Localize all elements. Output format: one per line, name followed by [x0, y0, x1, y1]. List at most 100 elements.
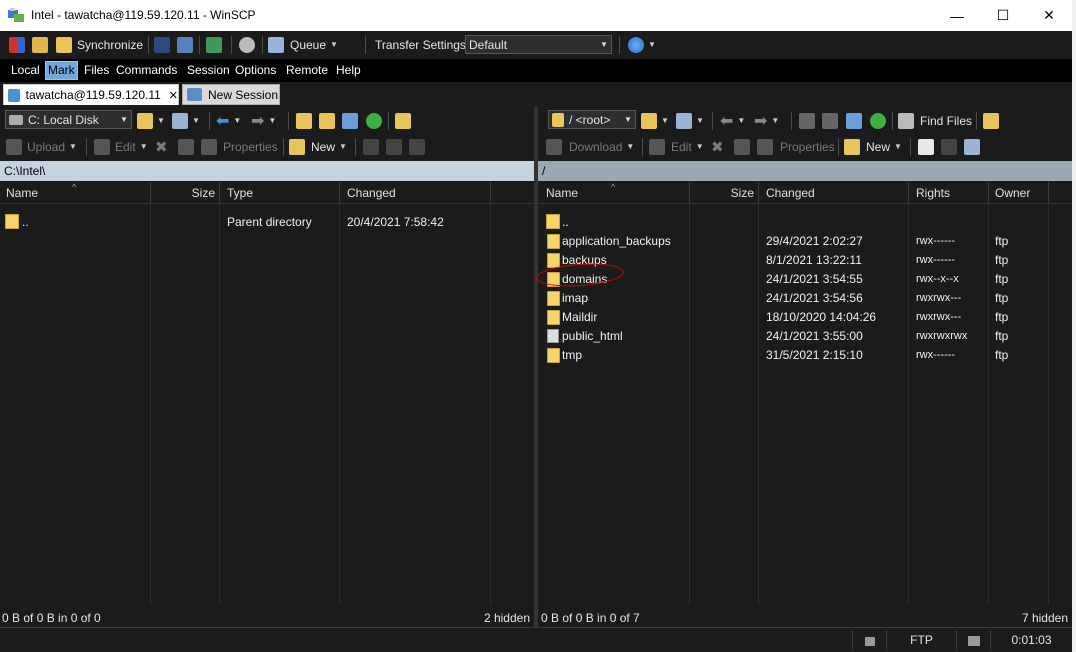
remote-bookmarks-button[interactable] [983, 107, 999, 134]
remote-back-button[interactable]: ⬅ ▼ [720, 107, 745, 134]
file-changed: 18/10/2020 14:04:26 [766, 310, 877, 324]
remote-forward-button[interactable]: ➡ ▼ [754, 107, 779, 134]
close-button[interactable]: ✕ [1026, 0, 1072, 31]
header-changed[interactable]: Changed [340, 182, 491, 204]
preferences-button[interactable] [239, 31, 255, 58]
file-size [690, 289, 758, 308]
synchronize-button[interactable]: Synchronize [56, 31, 143, 58]
header-owner[interactable]: Owner [989, 182, 1049, 204]
maximize-button[interactable]: ☐ [980, 0, 1026, 31]
local-edit-button[interactable]: Edit ▼ [94, 133, 148, 160]
remote-action-toolbar: Download ▼ Edit ▼ ✖ Properties New ▼ [538, 133, 1072, 159]
chevron-down-icon: ▼ [894, 142, 902, 151]
menu-options[interactable]: Options [233, 61, 278, 80]
local-open-folder-button[interactable]: ▼ [137, 107, 165, 134]
menu-commands[interactable]: Commands [114, 61, 179, 80]
file-row[interactable]: application_backups 29/4/2021 2:02:27 rw… [538, 232, 1072, 251]
remote-edit-button[interactable]: Edit ▼ [649, 133, 704, 160]
remote-select-all-button[interactable] [964, 133, 980, 160]
menu-remote[interactable]: Remote [284, 61, 330, 80]
transfer-options-button[interactable]: ▼ [628, 31, 656, 58]
compare-directories-button[interactable] [9, 31, 25, 58]
local-forward-button[interactable]: ➡ ▼ [251, 107, 276, 134]
header-rights[interactable]: Rights [909, 182, 989, 204]
transfer-settings-select[interactable]: Default ▼ [465, 35, 612, 54]
local-properties-button[interactable]: Properties [201, 133, 278, 160]
menu-session[interactable]: Session [185, 61, 232, 80]
chevron-down-icon: ▼ [233, 116, 242, 125]
chevron-down-icon: ▼ [268, 116, 277, 125]
local-refresh-button[interactable] [366, 107, 382, 134]
toolbar-separator [355, 138, 356, 156]
local-hidden-count[interactable]: 2 hidden [484, 609, 530, 627]
local-rename-button[interactable] [178, 133, 194, 160]
file-row[interactable]: Maildir 18/10/2020 14:04:26 rwxrwx--- ft… [538, 308, 1072, 327]
remote-parent-dir-button[interactable] [799, 107, 815, 134]
find-files-button[interactable]: Find Files [898, 107, 972, 134]
local-unselect-button[interactable] [386, 133, 402, 160]
local-path-bar[interactable]: C:\Intel\ [0, 161, 534, 181]
find-files-label: Find Files [920, 113, 973, 128]
synchronize-browsing-button[interactable] [32, 31, 48, 58]
header-size[interactable]: Size [690, 182, 759, 204]
file-row[interactable]: imap 24/1/2021 3:54:56 rwxrwx--- ftp [538, 289, 1072, 308]
remote-refresh-button[interactable] [870, 107, 886, 134]
chevron-down-icon: ▼ [69, 142, 77, 151]
remote-path-bar[interactable]: / [538, 161, 1072, 181]
remote-hidden-count[interactable]: 7 hidden [1022, 609, 1068, 627]
local-parent-dir-button[interactable] [296, 107, 312, 134]
putty-button[interactable] [177, 31, 193, 58]
local-drive-select[interactable]: C: Local Disk ▼ [5, 110, 132, 129]
remote-open-folder-button[interactable]: ▼ [641, 107, 669, 134]
menu-mark[interactable]: Mark [45, 61, 78, 80]
local-back-button[interactable]: ⬅ ▼ [216, 107, 241, 134]
local-new-button[interactable]: New ▼ [289, 133, 347, 160]
header-type[interactable]: Type [220, 182, 340, 204]
file-row[interactable]: tmp 31/5/2021 2:15:10 rwx------ ftp [538, 346, 1072, 365]
local-filter-button[interactable]: ▼ [172, 107, 200, 134]
remote-properties-button[interactable]: Properties [757, 133, 835, 160]
manage-sessions-button[interactable] [206, 31, 222, 58]
local-bookmarks-button[interactable] [395, 107, 411, 134]
menu-local[interactable]: Local [9, 61, 42, 80]
header-changed[interactable]: Changed [759, 182, 909, 204]
remote-new-button[interactable]: New ▼ [844, 133, 902, 160]
remote-delete-button[interactable]: ✖ [711, 133, 724, 160]
menu-help[interactable]: Help [334, 61, 363, 80]
sessions-icon [206, 36, 222, 53]
header-name[interactable]: Name ^ [0, 182, 151, 204]
local-select-all-button[interactable] [409, 133, 425, 160]
upload-button[interactable]: Upload ▼ [6, 133, 77, 160]
tab-session-tawatcha[interactable]: tawatcha@119.59.120.11 ✕ [3, 84, 179, 105]
remote-root-dir-button[interactable] [822, 107, 838, 134]
local-select-button[interactable] [363, 133, 379, 160]
file-row[interactable]: .. Parent directory 20/4/2021 7:58:42 [0, 213, 534, 232]
folder-icon [552, 112, 564, 127]
remote-unselect-button[interactable] [941, 133, 957, 160]
remote-filter-button[interactable]: ▼ [676, 107, 704, 134]
close-icon[interactable]: ✕ [169, 89, 178, 102]
local-home-button[interactable] [342, 107, 358, 134]
console-button[interactable] [154, 31, 170, 58]
file-row[interactable]: .. [538, 213, 1072, 232]
minus-icon [386, 138, 402, 155]
remote-home-button[interactable] [846, 107, 862, 134]
minimize-button[interactable]: — [934, 0, 980, 31]
download-button[interactable]: Download ▼ [546, 133, 634, 160]
file-rights: rwxrwxrwx [916, 330, 968, 342]
tab-new-session[interactable]: New Session [182, 84, 280, 105]
file-rights: rwxrwx--- [916, 311, 962, 323]
local-root-dir-button[interactable] [319, 107, 335, 134]
header-size[interactable]: Size [151, 182, 220, 204]
remote-rename-button[interactable] [734, 133, 750, 160]
tab-label: tawatcha@119.59.120.11 [25, 88, 161, 102]
queue-button[interactable]: Queue ▼ [268, 31, 338, 58]
local-delete-button[interactable]: ✖ [155, 133, 168, 160]
remote-select-button[interactable] [918, 133, 934, 160]
file-row[interactable]: public_html 24/1/2021 3:55:00 rwxrwxrwx … [538, 327, 1072, 346]
column-line [490, 205, 491, 605]
header-name[interactable]: Name ^ [538, 182, 690, 204]
file-rights: rwxrwx--- [916, 292, 962, 304]
menu-files[interactable]: Files [82, 61, 111, 80]
remote-location-select[interactable]: / <root> ▼ [548, 110, 636, 129]
